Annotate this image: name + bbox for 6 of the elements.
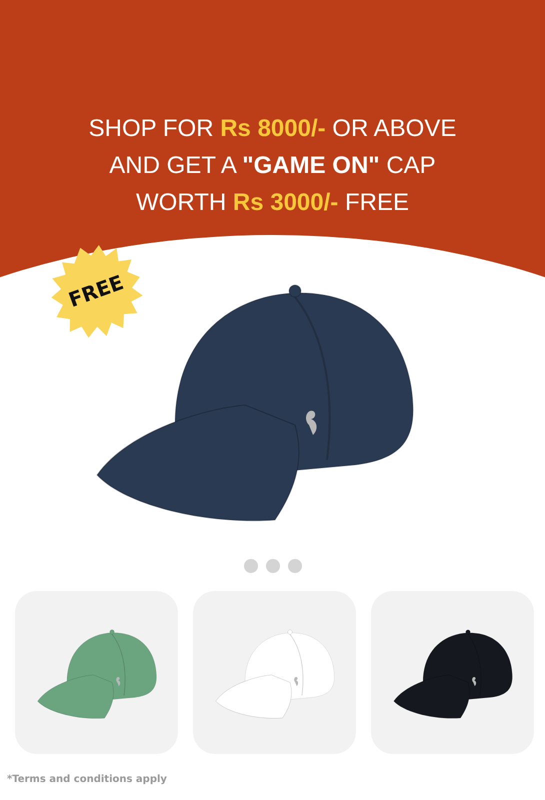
promo-headline: SHOP FOR Rs 8000/- OR ABOVE AND GET A "GAME ON" CAP WORTH Rs 3000/- FREE <box>88 114 458 218</box>
product-card[interactable] <box>371 591 534 754</box>
carousel-dot[interactable] <box>266 559 280 573</box>
carousel-dot[interactable] <box>288 559 302 573</box>
terms-note: *Terms and conditions apply <box>7 774 168 785</box>
carousel-dot[interactable] <box>244 559 258 573</box>
